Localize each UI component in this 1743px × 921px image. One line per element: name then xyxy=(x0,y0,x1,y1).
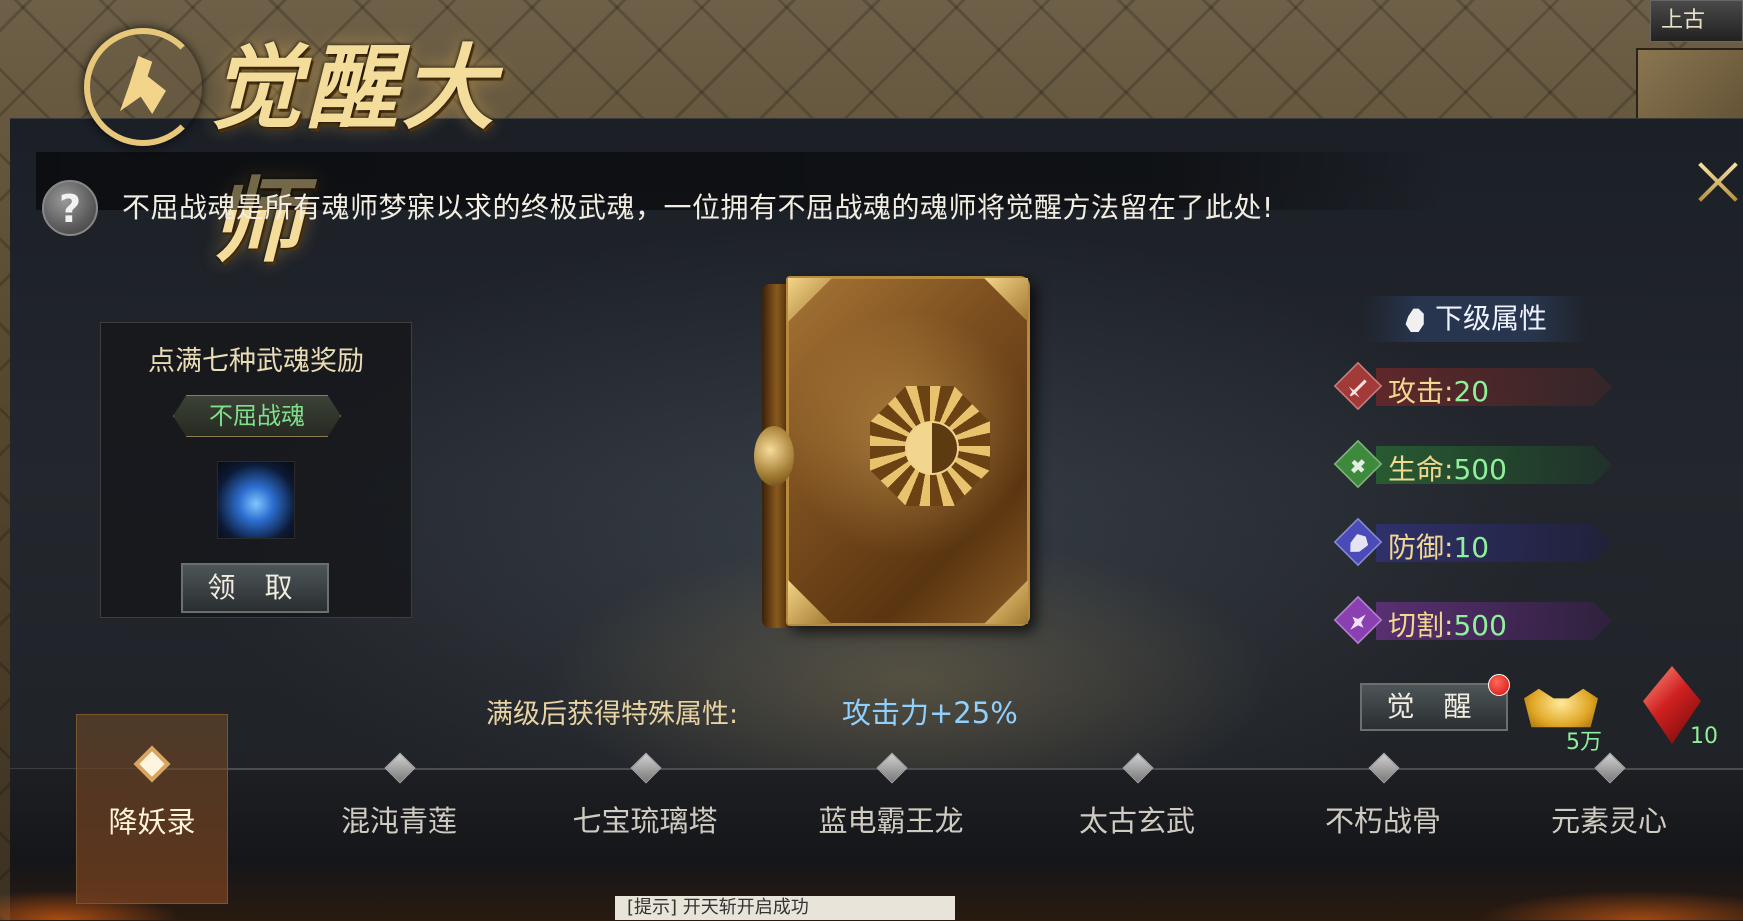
info-description: 不屈战魂是所有魂师梦寐以求的终极武魂，一位拥有不屈战魂的魂师将觉醒方法留在了此处… xyxy=(122,191,1274,224)
tab-label: 太古玄武 xyxy=(1078,804,1195,838)
attribute-name: 攻击: xyxy=(1388,375,1454,408)
sword-icon xyxy=(1333,361,1383,411)
attribute-text: 生命:500 xyxy=(1388,448,1507,488)
tab-jiangyaolu[interactable]: 降妖录 xyxy=(76,714,228,904)
tab-label: 降妖录 xyxy=(108,805,196,839)
tab-label: 混沌青莲 xyxy=(340,804,457,838)
fist-icon xyxy=(1405,308,1424,332)
page-title: 觉醒大师 xyxy=(210,34,499,275)
notification-dot-icon xyxy=(1488,674,1510,696)
special-attribute-value: 攻击力+25% xyxy=(842,696,1018,730)
gold-cost: 5万 xyxy=(1566,730,1602,755)
attribute-text: 切割:500 xyxy=(1388,604,1507,644)
system-tip: [提示] 开天斩开启成功 xyxy=(615,896,955,920)
attribute-row-defense: 防御:10 xyxy=(1333,517,1612,567)
tab-label: 元素灵心 xyxy=(1550,804,1667,838)
reward-box: 点满七种武魂奖励 不屈战魂 领 取 xyxy=(100,322,412,618)
tab-label: 不朽战骨 xyxy=(1324,804,1441,838)
reward-item-icon[interactable] xyxy=(217,461,295,539)
attribute-name: 防御: xyxy=(1388,531,1454,564)
attribute-value: 500 xyxy=(1453,453,1507,486)
top-right-label[interactable]: 上古 xyxy=(1650,0,1743,42)
tab-hundun-qinglian[interactable]: 混沌青莲 xyxy=(276,752,522,900)
tab-qibao-liulita[interactable]: 七宝琉璃塔 xyxy=(522,752,768,900)
reward-item-name: 不屈战魂 xyxy=(173,395,341,437)
attribute-text: 防御:10 xyxy=(1388,526,1489,566)
yinyang-icon xyxy=(905,421,959,475)
tab-yuansu-lingxin[interactable]: 元素灵心 xyxy=(1486,752,1732,900)
awaken-button[interactable]: 觉 醒 xyxy=(1360,683,1508,731)
heal-cross-icon xyxy=(1333,439,1383,489)
attribute-name: 切割: xyxy=(1388,609,1454,642)
tab-diamond-icon xyxy=(133,745,171,783)
attribute-row-attack: 攻击:20 xyxy=(1333,361,1612,411)
title-logo: 觉醒大师 xyxy=(40,4,560,275)
tab-label: 蓝电霸王龙 xyxy=(818,804,964,838)
attributes-header-label: 下级属性 xyxy=(1434,302,1547,335)
attribute-row-cut: 切割:500 xyxy=(1333,595,1612,645)
dragon-clasp-icon xyxy=(754,426,794,486)
tab-landian-bawanglong[interactable]: 蓝电霸王龙 xyxy=(768,752,1014,900)
shield-icon xyxy=(1333,517,1383,567)
attribute-value: 10 xyxy=(1453,531,1490,564)
tab-buxiu-zhangu[interactable]: 不朽战骨 xyxy=(1260,752,1506,900)
help-icon[interactable]: ? xyxy=(42,180,98,236)
reward-title: 点满七种武魂奖励 xyxy=(148,346,364,377)
attribute-name: 生命: xyxy=(1388,453,1454,486)
logo-emblem-icon xyxy=(84,28,202,146)
attribute-value: 20 xyxy=(1453,375,1490,408)
claim-button[interactable]: 领 取 xyxy=(181,563,329,613)
close-icon[interactable] xyxy=(1696,156,1740,208)
tab-label: 七宝琉璃塔 xyxy=(572,804,718,838)
attribute-row-life: 生命:500 xyxy=(1333,439,1612,489)
attribute-value: 500 xyxy=(1453,609,1507,642)
special-attribute-label: 满级后获得特殊属性: xyxy=(486,699,739,730)
tab-taigu-xuanwu[interactable]: 太古玄武 xyxy=(1014,752,1260,900)
attribute-text: 攻击:20 xyxy=(1388,370,1489,410)
cut-icon xyxy=(1333,595,1383,645)
attributes-header: 下级属性 xyxy=(1362,296,1588,342)
spirit-book-image xyxy=(754,276,1034,630)
gem-cost: 10 xyxy=(1690,724,1718,749)
